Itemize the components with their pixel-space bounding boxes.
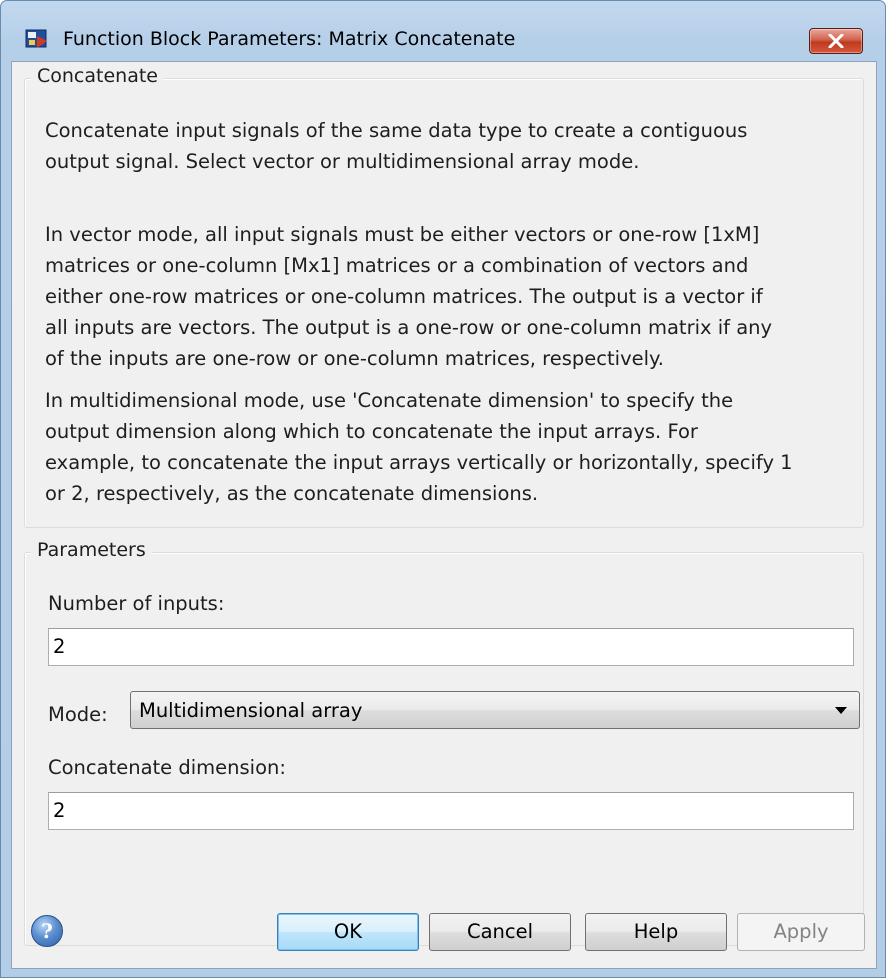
close-button[interactable]: [809, 28, 863, 54]
help-button[interactable]: Help: [585, 913, 727, 951]
concatenate-dimension-label: Concatenate dimension:: [48, 756, 286, 779]
concatenate-group-title: Concatenate: [31, 65, 164, 87]
concatenate-group: Concatenate Concatenate input signals of…: [24, 65, 864, 528]
simulink-block-icon: [25, 29, 47, 48]
close-x-icon: [828, 34, 844, 48]
mode-dropdown[interactable]: Multidimensional array: [130, 691, 860, 729]
chevron-down-icon[interactable]: [835, 707, 847, 714]
parameters-group-title: Parameters: [31, 539, 152, 561]
ok-button[interactable]: OK: [277, 913, 419, 951]
help-icon-glyph: ?: [41, 919, 53, 943]
mode-label: Mode:: [48, 703, 108, 726]
number-of-inputs-label: Number of inputs:: [48, 592, 225, 615]
apply-button: Apply: [737, 913, 865, 951]
dialog-client-area: Concatenate Concatenate input signals of…: [11, 61, 877, 969]
number-of-inputs-field[interactable]: 2: [48, 628, 854, 666]
window-title: Function Block Parameters: Matrix Concat…: [63, 28, 516, 50]
question-mark-icon[interactable]: ?: [31, 915, 63, 947]
description-paragraph-2: In vector mode, all input signals must b…: [45, 223, 773, 370]
mode-dropdown-value: Multidimensional array: [139, 699, 363, 722]
description-paragraph-1: Concatenate input signals of the same da…: [45, 119, 748, 173]
description-paragraph-3: In multidimensional mode, use 'Concatena…: [45, 389, 793, 505]
dialog-window: Function Block Parameters: Matrix Concat…: [0, 0, 886, 978]
concatenate-dimension-field[interactable]: 2: [48, 792, 854, 830]
cancel-button[interactable]: Cancel: [429, 913, 571, 951]
